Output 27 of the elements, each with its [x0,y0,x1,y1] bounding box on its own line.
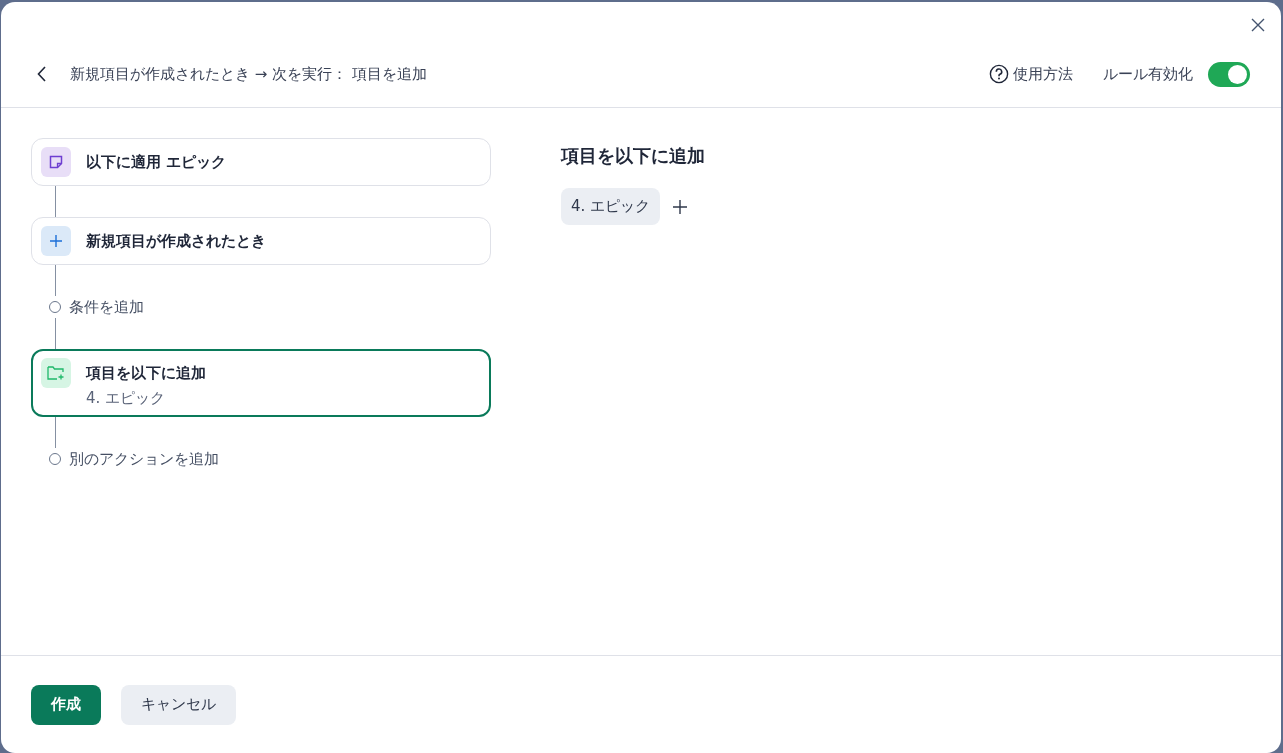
add-step-link[interactable]: 別のアクションを追加 [49,448,491,470]
step-title: 項目を以下に追加 [86,364,206,383]
target-chip[interactable]: 4. エピック [561,188,661,225]
help-icon [989,64,1009,84]
plus-icon [672,198,689,215]
help-link[interactable]: 使用方法 [989,64,1073,84]
plus-icon [49,234,63,248]
step-card[interactable]: 項目を以下に追加 4. エピック [31,349,491,417]
add-step-link[interactable]: 条件を追加 [49,296,491,318]
step-title: 新規項目が作成されたとき [86,232,266,251]
circle-icon [49,453,61,465]
detail-heading: 項目を以下に追加 [561,144,705,168]
close-icon [1251,18,1265,32]
step-card[interactable]: 新規項目が作成されたとき [31,217,491,265]
rule-title: 新規項目が作成されたとき → 次を実行： 項目を追加 [70,64,428,84]
step-subtitle: 4. エピック [86,389,167,408]
folder-plus-icon [47,366,65,380]
cancel-button[interactable]: キャンセル [121,684,236,725]
circle-icon [49,301,61,313]
rule-toggle[interactable] [1208,61,1250,87]
chevron-left-icon [36,66,46,82]
add-button[interactable] [672,198,689,215]
note-icon [49,155,63,169]
step-title: 以下に適用 エピック [86,153,227,172]
step-card[interactable]: 以下に適用 エピック [31,138,491,186]
toggle-label: ルール有効化 [1103,64,1193,84]
create-button[interactable]: 作成 [31,684,101,725]
